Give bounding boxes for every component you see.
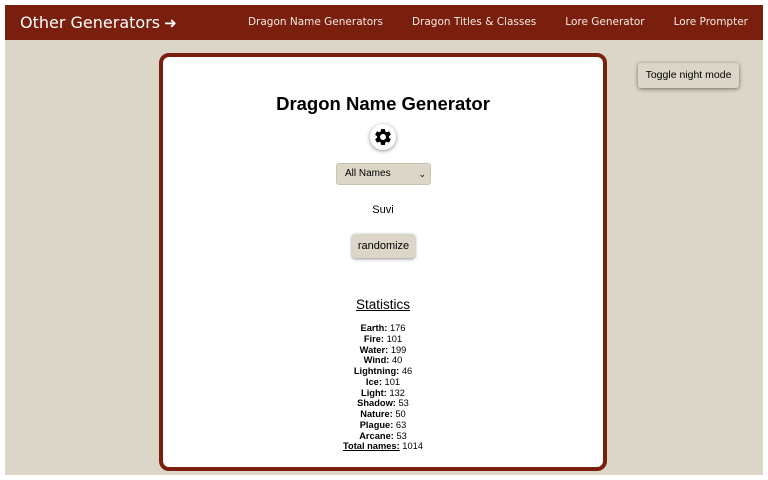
stat-value: 101: [386, 333, 403, 344]
top-navbar: Other Generators ➜ Dragon Name Generators…: [5, 5, 763, 40]
stat-light: Light: 132: [163, 388, 603, 399]
stat-earth: Earth: 176: [163, 323, 603, 334]
stat-value: 50: [395, 409, 406, 419]
stat-label: Shadow:: [357, 398, 396, 409]
stat-value: 176: [389, 323, 406, 333]
stat-value: 53: [396, 430, 407, 441]
stat-value: 1014: [402, 441, 423, 452]
statistics-list: Earth: 176 Fire: 101 Water: 199 Wind: 40…: [163, 323, 603, 452]
stat-nature: Nature: 50: [163, 409, 603, 420]
stat-total-names: Total names: 1014: [163, 441, 603, 452]
page-title: Dragon Name Generator: [276, 93, 490, 114]
stat-value: 46: [401, 366, 413, 376]
stat-label: Water:: [359, 344, 389, 355]
stat-value: 101: [384, 376, 401, 387]
stat-wind: Wind: 40: [163, 355, 603, 366]
other-generators-link[interactable]: Other Generators ➜: [20, 5, 177, 40]
stat-water: Water: 199: [163, 345, 603, 356]
generator-card: Dragon Name Generator All Names ⌄ Suvi r…: [159, 53, 607, 471]
stat-value: 40: [391, 355, 403, 366]
stat-label: Plague:: [359, 419, 394, 430]
arrow-right-icon: ➜: [164, 14, 177, 32]
name-type-select[interactable]: All Names ⌄: [336, 163, 431, 185]
brand-label: Other Generators: [20, 13, 161, 32]
stat-label: Total names:: [343, 441, 400, 452]
stat-arcane: Arcane: 53: [163, 431, 603, 442]
stat-label: Light:: [361, 387, 387, 398]
nav-link-dragon-name-generators[interactable]: Dragon Name Generators: [234, 5, 398, 40]
stat-label: Arcane:: [359, 430, 394, 441]
stat-shadow: Shadow: 53: [163, 398, 603, 409]
stat-value: 63: [395, 419, 407, 430]
nav-link-dragon-titles-classes[interactable]: Dragon Titles & Classes: [398, 5, 551, 40]
stat-label: Wind:: [363, 355, 390, 366]
stat-lightning: Lightning: 46: [163, 366, 603, 377]
stat-plague: Plague: 63: [163, 420, 603, 431]
nav-links: Dragon Name Generators Dragon Titles & C…: [234, 5, 763, 40]
chevron-down-icon: ⌄: [418, 169, 426, 179]
toggle-night-mode-button[interactable]: Toggle night mode: [638, 63, 739, 88]
stat-value: 53: [398, 398, 409, 409]
stat-label: Fire:: [363, 333, 385, 344]
generated-name: Suvi: [372, 204, 394, 216]
stat-label: Lightning:: [353, 366, 400, 376]
select-value: All Names: [345, 168, 391, 179]
stat-value: 199: [390, 344, 407, 355]
nav-link-lore-prompter[interactable]: Lore Prompter: [660, 5, 763, 40]
page: Other Generators ➜ Dragon Name Generators…: [5, 5, 763, 475]
settings-button[interactable]: [370, 124, 396, 150]
gear-icon: [375, 129, 391, 145]
stat-label: Nature:: [360, 409, 393, 419]
stat-fire: Fire: 101: [163, 334, 603, 345]
statistics-heading: Statistics: [355, 297, 410, 312]
stat-label: Ice:: [365, 376, 382, 387]
stat-value: 132: [389, 387, 405, 398]
stat-label: Earth:: [360, 323, 388, 333]
nav-link-lore-generator[interactable]: Lore Generator: [551, 5, 659, 40]
stat-ice: Ice: 101: [163, 377, 603, 388]
randomize-button[interactable]: randomize: [352, 234, 415, 258]
